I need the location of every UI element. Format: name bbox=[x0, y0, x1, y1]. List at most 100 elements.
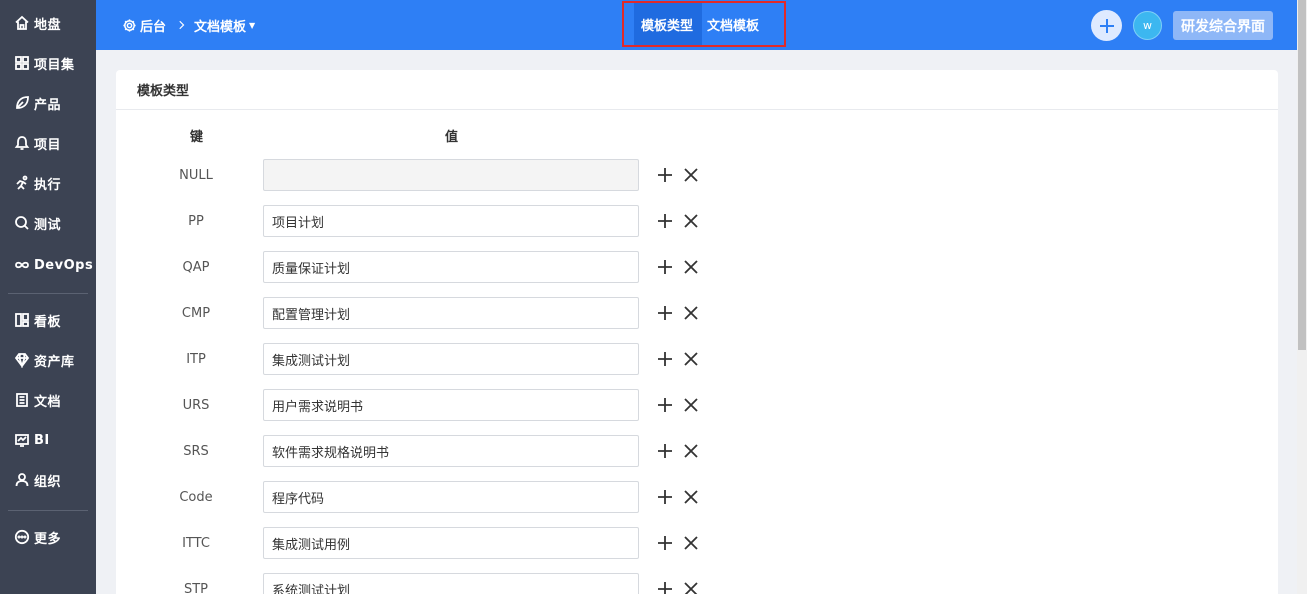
add-row-button[interactable] bbox=[656, 580, 674, 594]
table-row: ITTC bbox=[116, 527, 1278, 559]
sidebar-item-org[interactable]: 组织 bbox=[0, 460, 96, 500]
sidebar-item-bi[interactable]: BI bbox=[0, 420, 96, 460]
delete-row-button[interactable] bbox=[682, 212, 700, 230]
close-icon bbox=[683, 535, 699, 551]
plus-icon bbox=[657, 351, 673, 367]
scrollbar-thumb[interactable] bbox=[1298, 0, 1306, 350]
table-row: Code bbox=[116, 481, 1278, 513]
delete-row-button[interactable] bbox=[682, 488, 700, 506]
row-key: URS bbox=[182, 397, 210, 413]
tab-group: 模板类型 文档模板 bbox=[622, 1, 786, 47]
user-icon bbox=[13, 471, 31, 489]
row-value-input[interactable] bbox=[263, 435, 639, 467]
delete-row-button[interactable] bbox=[682, 166, 700, 184]
close-icon bbox=[683, 167, 699, 183]
plus-icon bbox=[657, 305, 673, 321]
caret-down-icon: ▼ bbox=[249, 20, 256, 30]
sidebar-item-devops[interactable]: DevOps bbox=[0, 245, 96, 285]
infinity-icon bbox=[13, 256, 31, 274]
row-value-input[interactable] bbox=[263, 573, 639, 594]
add-row-button[interactable] bbox=[656, 258, 674, 276]
sidebar-item-program[interactable]: 项目集 bbox=[0, 43, 96, 83]
panel-title: 模板类型 bbox=[137, 83, 190, 99]
row-key: SRS bbox=[183, 443, 209, 459]
run-icon bbox=[13, 174, 31, 192]
add-row-button[interactable] bbox=[656, 304, 674, 322]
row-value-input[interactable] bbox=[263, 527, 639, 559]
add-row-button[interactable] bbox=[656, 350, 674, 368]
search-icon bbox=[13, 214, 31, 232]
board-icon bbox=[13, 311, 31, 329]
sidebar-item-kanban[interactable]: 看板 bbox=[0, 300, 96, 340]
plus-icon bbox=[657, 259, 673, 275]
sidebar-item-label: 执行 bbox=[34, 177, 62, 193]
document-icon bbox=[13, 391, 31, 409]
add-row-button[interactable] bbox=[656, 212, 674, 230]
row-value-input[interactable] bbox=[263, 297, 639, 329]
tab-template-type[interactable]: 模板类型 bbox=[634, 3, 702, 45]
leaf-icon bbox=[13, 94, 31, 112]
close-icon bbox=[683, 443, 699, 459]
row-value-input[interactable] bbox=[263, 389, 639, 421]
switch-interface-button[interactable]: 研发综合界面 bbox=[1173, 11, 1273, 40]
delete-row-button[interactable] bbox=[682, 534, 700, 552]
delete-row-button[interactable] bbox=[682, 258, 700, 276]
sidebar-item-label: 产品 bbox=[34, 97, 62, 113]
sidebar-item-label: 地盘 bbox=[34, 17, 62, 33]
add-row-button[interactable] bbox=[656, 166, 674, 184]
delete-row-button[interactable] bbox=[682, 580, 700, 594]
delete-row-button[interactable] bbox=[682, 304, 700, 322]
row-key: PP bbox=[188, 213, 204, 229]
add-row-button[interactable] bbox=[656, 396, 674, 414]
row-value-input[interactable] bbox=[263, 343, 639, 375]
close-icon bbox=[683, 213, 699, 229]
row-value-input[interactable] bbox=[263, 205, 639, 237]
breadcrumb-root[interactable]: 后台 bbox=[122, 0, 166, 50]
sidebar-item-docs[interactable]: 文档 bbox=[0, 380, 96, 420]
sidebar-item-label: 更多 bbox=[34, 531, 62, 547]
close-icon bbox=[683, 351, 699, 367]
template-type-panel: 模板类型 键 值 NULL PP QAP CMP ITP URS SR bbox=[116, 70, 1278, 594]
plus-icon bbox=[657, 581, 673, 594]
tab-doc-template[interactable]: 文档模板 bbox=[704, 3, 774, 45]
table-row: CMP bbox=[116, 297, 1278, 329]
sidebar-item-label: 组织 bbox=[34, 474, 62, 490]
add-row-button[interactable] bbox=[656, 534, 674, 552]
table-row: SRS bbox=[116, 435, 1278, 467]
table-row: NULL bbox=[116, 159, 1278, 191]
grid-icon bbox=[13, 54, 31, 72]
breadcrumb-current-label: 文档模板 bbox=[194, 19, 247, 35]
page-scrollbar[interactable] bbox=[1297, 0, 1307, 594]
row-value-input[interactable] bbox=[263, 251, 639, 283]
sidebar-item-label: 项目 bbox=[34, 137, 62, 153]
breadcrumb-current[interactable]: 文档模板 ▼ bbox=[194, 0, 255, 50]
sidebar-divider bbox=[8, 293, 88, 294]
diamond-icon bbox=[13, 351, 31, 369]
create-button[interactable] bbox=[1091, 10, 1122, 41]
plus-icon bbox=[657, 489, 673, 505]
sidebar-item-more[interactable]: 更多 bbox=[0, 517, 96, 557]
more-icon bbox=[13, 528, 31, 546]
sidebar-item-dashboard[interactable]: 地盘 bbox=[0, 3, 96, 43]
delete-row-button[interactable] bbox=[682, 442, 700, 460]
add-row-button[interactable] bbox=[656, 442, 674, 460]
gear-icon bbox=[122, 18, 137, 33]
delete-row-button[interactable] bbox=[682, 350, 700, 368]
avatar[interactable]: w bbox=[1133, 11, 1162, 40]
sidebar-item-test[interactable]: 测试 bbox=[0, 203, 96, 243]
row-value-input bbox=[263, 159, 639, 191]
row-value-input[interactable] bbox=[263, 481, 639, 513]
table-row: QAP bbox=[116, 251, 1278, 283]
sidebar-item-assets[interactable]: 资产库 bbox=[0, 340, 96, 380]
delete-row-button[interactable] bbox=[682, 396, 700, 414]
plus-icon bbox=[657, 213, 673, 229]
sidebar-item-product[interactable]: 产品 bbox=[0, 83, 96, 123]
sidebar-item-label: DevOps bbox=[34, 257, 94, 273]
close-icon bbox=[683, 397, 699, 413]
close-icon bbox=[683, 305, 699, 321]
sidebar-item-execution[interactable]: 执行 bbox=[0, 163, 96, 203]
panel-divider bbox=[116, 109, 1278, 110]
plus-icon bbox=[657, 167, 673, 183]
sidebar-item-project[interactable]: 项目 bbox=[0, 123, 96, 163]
add-row-button[interactable] bbox=[656, 488, 674, 506]
